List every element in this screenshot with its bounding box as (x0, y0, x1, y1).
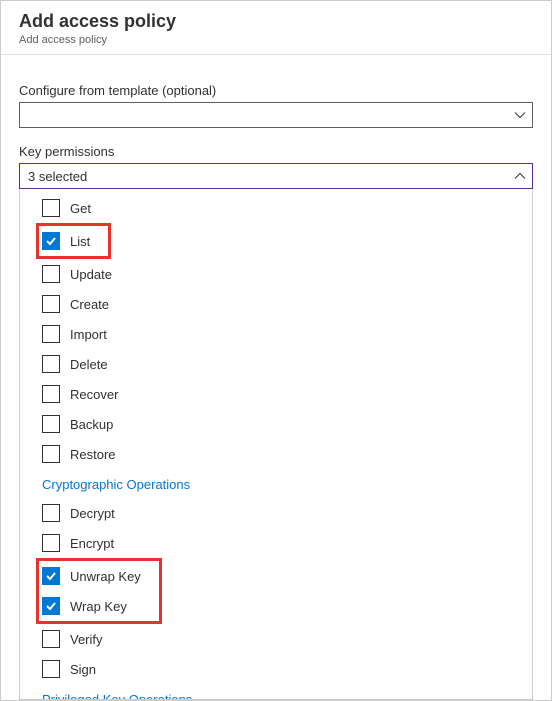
checkbox-import[interactable] (42, 325, 60, 343)
option-backup[interactable]: Backup (20, 409, 532, 439)
option-encrypt[interactable]: Encrypt (20, 528, 532, 558)
option-label: Sign (70, 662, 96, 677)
checkbox-recover[interactable] (42, 385, 60, 403)
option-list[interactable]: List (39, 226, 100, 256)
option-label: Unwrap Key (70, 569, 141, 584)
option-label: Import (70, 327, 107, 342)
checkbox-update[interactable] (42, 265, 60, 283)
option-label: Get (70, 201, 91, 216)
checkbox-unwrap-key[interactable] (42, 567, 60, 585)
option-decrypt[interactable]: Decrypt (20, 498, 532, 528)
key-permissions-select[interactable]: 3 selected (19, 163, 533, 189)
option-restore[interactable]: Restore (20, 439, 532, 469)
option-verify[interactable]: Verify (20, 624, 532, 654)
chevron-down-icon (514, 109, 526, 121)
option-label: Update (70, 267, 112, 282)
checkbox-wrap-key[interactable] (42, 597, 60, 615)
option-label: Recover (70, 387, 118, 402)
checkbox-delete[interactable] (42, 355, 60, 373)
option-recover[interactable]: Recover (20, 379, 532, 409)
option-label: List (70, 234, 90, 249)
section-header-cryptographic-operations: Cryptographic Operations (20, 469, 532, 498)
section-header-privileged-key-operations: Privileged Key Operations (20, 684, 532, 699)
checkbox-sign[interactable] (42, 660, 60, 678)
highlight-box: Unwrap Key Wrap Key (36, 558, 162, 624)
option-delete[interactable]: Delete (20, 349, 532, 379)
template-label: Configure from template (optional) (19, 83, 533, 98)
key-permissions-dropdown: Get List Update Create Import Delete Recover Ba… (19, 189, 533, 700)
chevron-up-icon (514, 170, 526, 182)
option-label: Delete (70, 357, 108, 372)
option-label: Encrypt (70, 536, 114, 551)
checkbox-get[interactable] (42, 199, 60, 217)
option-unwrap-key[interactable]: Unwrap Key (39, 561, 151, 591)
key-permissions-select-value: 3 selected (28, 169, 87, 184)
option-label: Verify (70, 632, 103, 647)
option-label: Wrap Key (70, 599, 127, 614)
option-label: Create (70, 297, 109, 312)
page-title: Add access policy (19, 11, 533, 32)
option-label: Restore (70, 447, 116, 462)
highlight-box: List (36, 223, 111, 259)
checkbox-create[interactable] (42, 295, 60, 313)
option-import[interactable]: Import (20, 319, 532, 349)
option-label: Backup (70, 417, 113, 432)
option-label: Decrypt (70, 506, 115, 521)
dropdown-scroll[interactable]: Get List Update Create Import Delete Recover Ba… (20, 189, 532, 699)
key-permissions-label: Key permissions (19, 144, 533, 159)
option-update[interactable]: Update (20, 259, 532, 289)
checkbox-restore[interactable] (42, 445, 60, 463)
template-select[interactable] (19, 102, 533, 128)
checkbox-list[interactable] (42, 232, 60, 250)
option-get[interactable]: Get (20, 193, 532, 223)
checkbox-encrypt[interactable] (42, 534, 60, 552)
page-subtitle: Add access policy (19, 34, 533, 46)
checkbox-backup[interactable] (42, 415, 60, 433)
option-wrap-key[interactable]: Wrap Key (39, 591, 151, 621)
option-create[interactable]: Create (20, 289, 532, 319)
add-access-policy-panel: Add access policy Add access policy Conf… (0, 0, 552, 701)
option-sign[interactable]: Sign (20, 654, 532, 684)
panel-body: Configure from template (optional) Key p… (1, 55, 551, 700)
panel-header: Add access policy Add access policy (1, 1, 551, 55)
checkbox-decrypt[interactable] (42, 504, 60, 522)
checkbox-verify[interactable] (42, 630, 60, 648)
